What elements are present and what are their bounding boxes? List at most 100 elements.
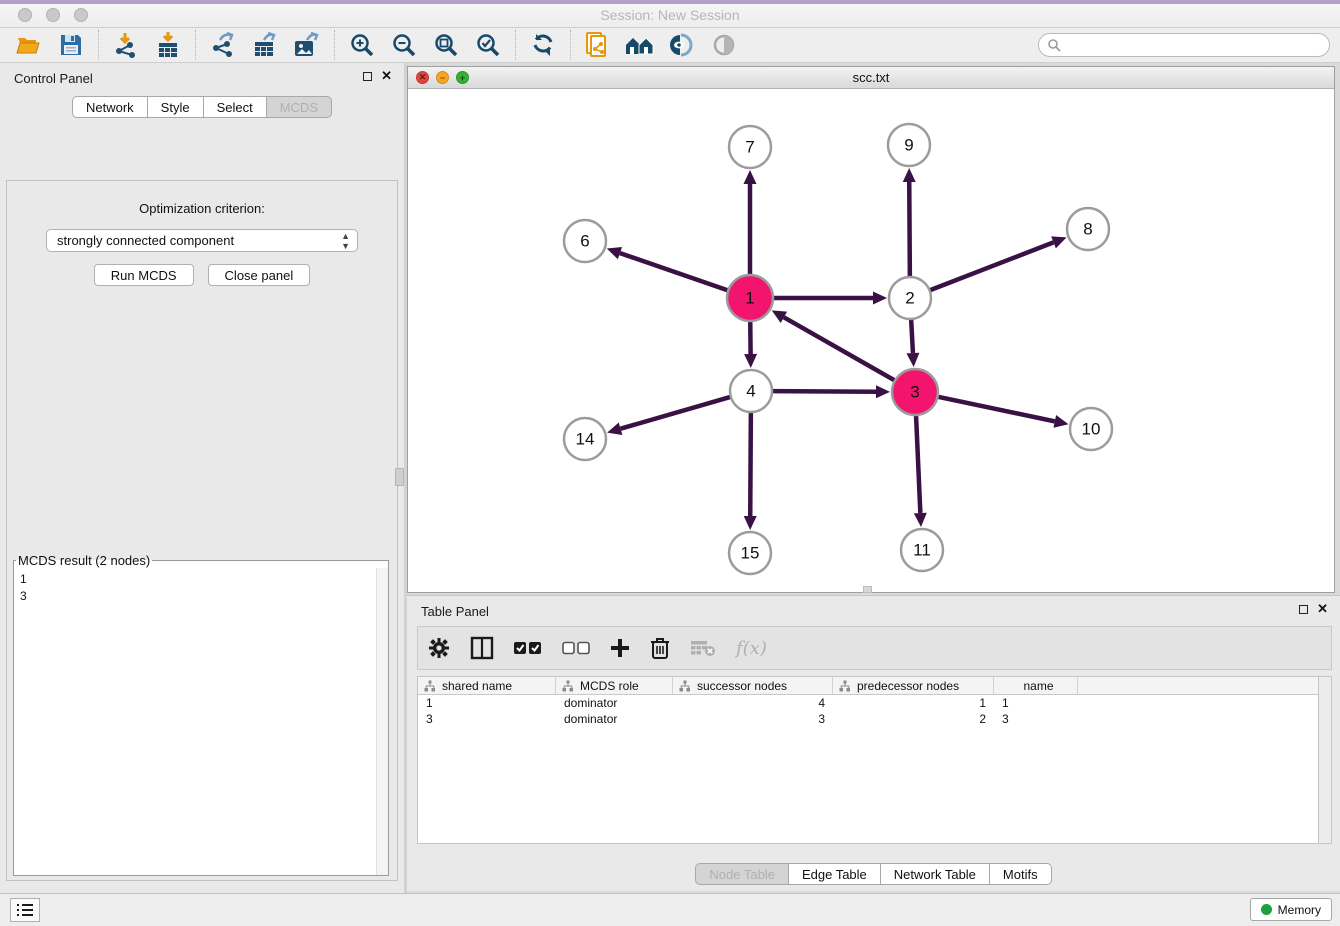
export-image-icon[interactable]: [292, 30, 322, 60]
close-table-panel-icon[interactable]: ✕: [1317, 604, 1328, 614]
clone-network-icon[interactable]: [583, 30, 613, 60]
table-row[interactable]: 1dominator411: [418, 695, 1331, 711]
column-header-successor-nodes[interactable]: successor nodes: [673, 677, 833, 694]
arrowhead-icon: [607, 422, 622, 434]
float-table-panel-icon[interactable]: [1299, 605, 1308, 614]
delete-column-icon[interactable]: [650, 633, 670, 663]
table-cell: 2: [833, 712, 994, 726]
edge-1-6[interactable]: [620, 253, 728, 290]
criterion-dropdown[interactable]: strongly connected component ▲▼: [46, 229, 358, 252]
memory-button[interactable]: Memory: [1250, 898, 1332, 921]
tab-mcds[interactable]: MCDS: [267, 96, 332, 118]
toolbar-separator: [570, 30, 571, 60]
zoom-out-icon[interactable]: [389, 30, 419, 60]
table-cell: 3: [994, 712, 1078, 726]
column-label: name: [1023, 679, 1053, 693]
toolbar-separator: [195, 30, 196, 60]
zoom-selected-icon[interactable]: [473, 30, 503, 60]
show-columns-icon[interactable]: [470, 633, 494, 663]
float-panel-icon[interactable]: [363, 72, 372, 81]
network-resize-handle[interactable]: [863, 586, 872, 593]
mcds-result-text[interactable]: 1 3: [14, 568, 376, 875]
create-column-icon[interactable]: [610, 633, 630, 663]
arrowhead-icon: [1053, 415, 1068, 428]
table-cell: 1: [994, 696, 1078, 710]
edge-2-3[interactable]: [911, 319, 913, 353]
graph-node-label-10: 10: [1082, 419, 1101, 438]
export-network-icon[interactable]: [208, 30, 238, 60]
edge-3-10[interactable]: [938, 397, 1055, 422]
network-window-titlebar[interactable]: ✕ − + scc.txt: [408, 67, 1334, 89]
status-bar: Memory: [0, 893, 1340, 926]
arrowhead-icon: [607, 247, 622, 259]
home-icon[interactable]: [625, 30, 655, 60]
search-icon: [1047, 38, 1061, 52]
zoom-fit-icon[interactable]: [431, 30, 461, 60]
deselect-all-columns-icon[interactable]: [562, 633, 590, 663]
edge-3-11[interactable]: [916, 415, 920, 513]
refresh-layout-icon[interactable]: [528, 30, 558, 60]
toolbar-separator: [515, 30, 516, 60]
table-cell: 3: [418, 712, 556, 726]
network-window-title: scc.txt: [408, 70, 1334, 85]
style-preview-icon[interactable]: [667, 30, 697, 60]
tab-edge-table[interactable]: Edge Table: [789, 863, 881, 885]
graph-node-label-4: 4: [746, 381, 755, 400]
graph-node-label-1: 1: [745, 288, 754, 307]
edge-4-15[interactable]: [750, 412, 751, 516]
close-panel-button[interactable]: Close panel: [208, 264, 311, 286]
edge-3-1[interactable]: [784, 317, 895, 380]
table-scrollbar[interactable]: [1318, 677, 1331, 843]
tab-motifs[interactable]: Motifs: [990, 863, 1052, 885]
export-table-icon[interactable]: [250, 30, 280, 60]
arrowhead-icon: [744, 516, 757, 530]
arrowhead-icon: [876, 385, 890, 398]
table-cell: 1: [833, 696, 994, 710]
save-session-icon[interactable]: [56, 30, 86, 60]
search-input[interactable]: [1061, 35, 1329, 55]
delete-table-icon: [690, 633, 716, 663]
table-cell: 4: [673, 696, 833, 710]
tab-node-table[interactable]: Node Table: [695, 863, 789, 885]
memory-label: Memory: [1278, 903, 1321, 917]
close-panel-icon[interactable]: ✕: [381, 71, 392, 81]
table-cell: 1: [418, 696, 556, 710]
column-header-shared-name[interactable]: shared name: [418, 677, 556, 694]
table-tabs: Node Table Edge Table Network Table Moti…: [407, 863, 1340, 885]
hierarchy-icon: [424, 680, 436, 692]
zoom-in-icon[interactable]: [347, 30, 377, 60]
result-scrollbar[interactable]: [376, 568, 388, 875]
arrowhead-icon: [873, 292, 887, 305]
tab-style[interactable]: Style: [148, 96, 204, 118]
control-panel-title: Control Panel: [14, 71, 93, 86]
main-toolbar: [0, 28, 1340, 63]
network-canvas[interactable]: 1234678910111415: [408, 89, 1334, 592]
hierarchy-icon: [562, 680, 574, 692]
column-header-name[interactable]: name: [994, 677, 1078, 694]
import-network-icon[interactable]: [111, 30, 141, 60]
tab-select[interactable]: Select: [204, 96, 267, 118]
run-mcds-button[interactable]: Run MCDS: [94, 264, 194, 286]
select-all-columns-icon[interactable]: [514, 633, 542, 663]
edge-4-3[interactable]: [772, 391, 876, 392]
table-row[interactable]: 3dominator323: [418, 711, 1331, 727]
edge-2-9[interactable]: [909, 182, 910, 277]
task-history-button[interactable]: [10, 898, 40, 922]
tab-network-table[interactable]: Network Table: [881, 863, 990, 885]
graph-node-label-8: 8: [1083, 219, 1092, 238]
table-settings-gear-icon[interactable]: [428, 633, 450, 663]
splitter-handle[interactable]: [395, 468, 404, 486]
hide-view-icon[interactable]: [709, 30, 739, 60]
function-builder-icon: f(x): [736, 633, 767, 663]
graph-node-label-2: 2: [905, 288, 914, 307]
column-header-predecessor-nodes[interactable]: predecessor nodes: [833, 677, 994, 694]
open-session-icon[interactable]: [14, 30, 44, 60]
import-table-icon[interactable]: [153, 30, 183, 60]
search-box[interactable]: [1038, 33, 1330, 57]
column-header-MCDS-role[interactable]: MCDS role: [556, 677, 673, 694]
network-graph[interactable]: 1234678910111415: [408, 89, 1334, 593]
tab-network[interactable]: Network: [72, 96, 148, 118]
edge-2-8[interactable]: [930, 242, 1054, 290]
edge-4-14[interactable]: [621, 397, 731, 429]
table-cell: dominator: [556, 696, 673, 710]
